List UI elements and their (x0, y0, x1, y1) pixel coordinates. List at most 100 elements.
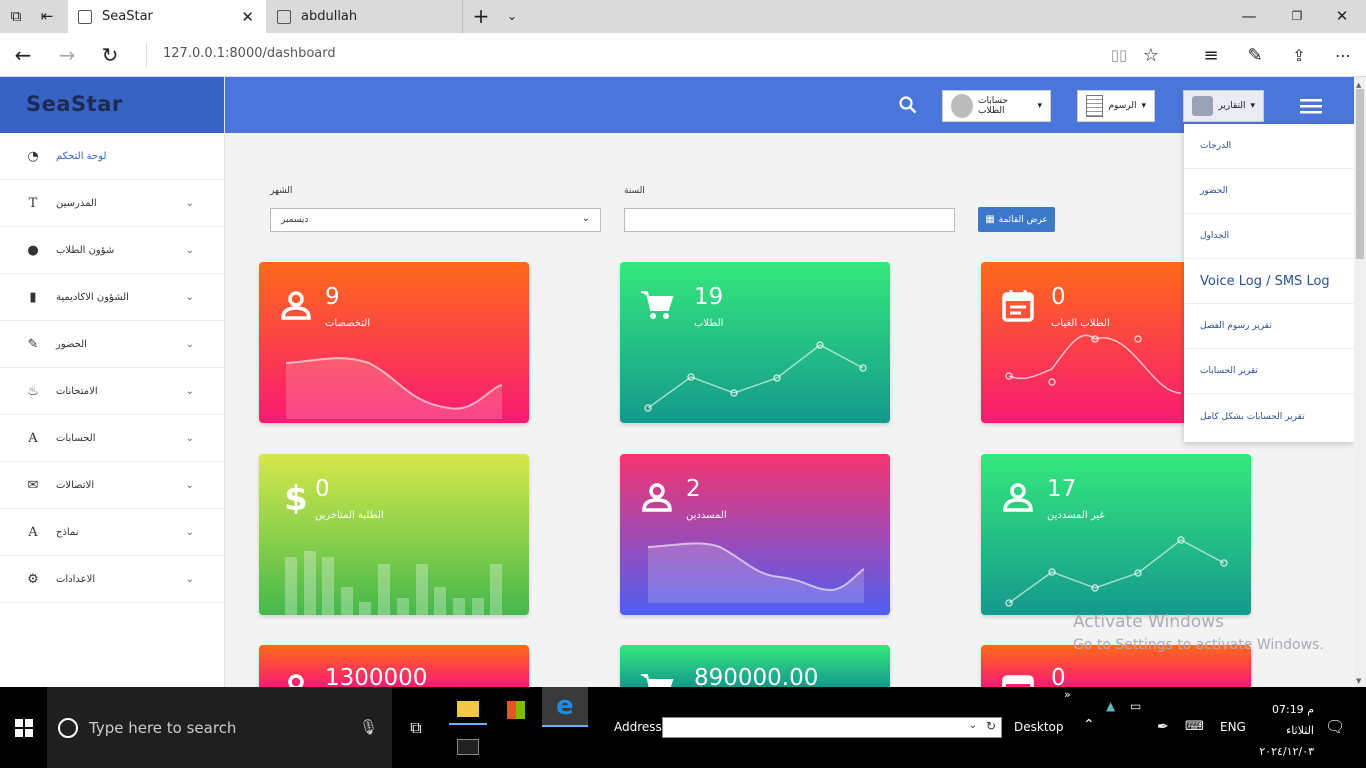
file-explorer-icon[interactable] (449, 695, 487, 725)
search-placeholder: Type here to search (89, 718, 237, 737)
go-refresh-icon[interactable]: ↻ (986, 719, 996, 733)
menu-item-full-accounts-report[interactable]: تقرير الحسابات بشكل كامل (1184, 394, 1354, 439)
terminal-icon[interactable] (449, 732, 487, 762)
touch-keyboard-icon[interactable]: ⌨ (1185, 719, 1204, 734)
hub-icon[interactable]: ≡ (1200, 44, 1222, 66)
chevron-up-icon[interactable]: ⌃ (1083, 717, 1095, 733)
battery-icon[interactable]: ▭ (1130, 699, 1141, 713)
close-tab-icon[interactable]: ✕ (241, 8, 254, 26)
stat-card-specializations[interactable]: 9 التخصصات (259, 262, 529, 423)
sidebar-item-exams[interactable]: ♨ الامتحانات ⌄ (0, 368, 224, 415)
menu-item-class-fees-report[interactable]: تقرير رسوم الفصل (1184, 304, 1354, 349)
clock[interactable]: م 07:19 الثلاثاء ٢٠٢٤/١٢/٠٣ (1250, 699, 1314, 762)
chevron-down-icon[interactable]: ⌄ (969, 720, 977, 731)
sidebar-item-dashboard[interactable]: ◔ لوحة التحكم (0, 133, 224, 180)
month-select[interactable]: ديسمبر ⌄ (270, 208, 601, 232)
stat-card-late-students[interactable]: $ 0 الطلبة المتاخرين (259, 454, 529, 615)
page-scrollbar[interactable]: ▲ ▼ (1354, 77, 1366, 687)
windows-start-icon[interactable] (15, 719, 33, 737)
refresh-icon[interactable]: ↻ (99, 43, 121, 67)
sidebar-item-label: الحضور (56, 338, 87, 350)
tab-preview-icon[interactable]: ⧉ (8, 7, 24, 25)
chevron-down-icon: ⌄ (581, 213, 590, 224)
scroll-down-icon[interactable]: ▼ (1356, 677, 1361, 685)
menu-item-grades[interactable]: الدرجات (1184, 124, 1354, 169)
scroll-up-icon[interactable]: ▲ (1356, 81, 1361, 89)
show-list-button[interactable]: ▦ عرض القائمة (978, 207, 1055, 232)
stat-label: المسددين (686, 510, 727, 521)
reports-button[interactable]: التقارير ▾ (1183, 90, 1264, 122)
favorite-star-icon[interactable]: ☆ (1140, 44, 1162, 66)
action-center-icon[interactable]: 🗨 (1325, 717, 1345, 736)
task-view-icon[interactable]: ⧉ (405, 717, 427, 739)
pen-workspace-icon[interactable]: ✒ (1157, 719, 1169, 735)
sidebar-item-teachers[interactable]: T المدرسين ⌄ (0, 180, 224, 227)
student-accounts-button[interactable]: حسابات الطلاب ▾ (942, 90, 1051, 122)
fees-button[interactable]: الرسوم ▾ (1077, 90, 1155, 122)
more-icon[interactable]: ⋯ (1332, 44, 1354, 66)
taskbar-address-input[interactable]: ⌄ ↻ (662, 717, 1002, 738)
reading-view-icon[interactable]: ▯▯ (1108, 44, 1130, 66)
sidebar-item-settings[interactable]: ⚙ الاعدادات ⌄ (0, 556, 224, 603)
tab-label: abdullah (301, 9, 358, 24)
tab-seastar[interactable]: SeaStar ✕ (68, 0, 266, 33)
sidebar-item-forms[interactable]: A نماذج ⌄ (0, 509, 224, 556)
stat-card-total-amount[interactable]: 1300000 (259, 645, 529, 687)
sidebar-item-attendance[interactable]: ✎ الحضور ⌄ (0, 321, 224, 368)
share-icon[interactable]: ⇪ (1288, 44, 1310, 66)
brand-logo[interactable]: SeaStar (0, 77, 224, 133)
search-icon[interactable] (899, 96, 917, 114)
tab-abdullah[interactable]: abdullah (267, 0, 463, 33)
store-icon[interactable] (497, 695, 535, 725)
back-icon[interactable]: ← (12, 43, 34, 67)
set-aside-tabs-icon[interactable]: ⇤ (38, 7, 56, 25)
restore-icon[interactable]: ❐ (1288, 7, 1306, 25)
new-tab-icon[interactable]: + (471, 4, 491, 28)
activate-windows-title: Activate Windows (1073, 612, 1224, 632)
sidebar-item-accounts[interactable]: A الحسابات ⌄ (0, 415, 224, 462)
stat-card-students[interactable]: 19 الطلاب (620, 262, 890, 423)
forward-icon[interactable]: → (56, 43, 78, 67)
url-field[interactable]: 127.0.0.1:8000/dashboard (163, 46, 336, 61)
stat-card-unpaid[interactable]: 17 غير المسددين (981, 454, 1251, 615)
taskbar-search-box[interactable]: Type here to search 🎙 (47, 687, 392, 768)
edge-browser-icon[interactable]: e (542, 687, 588, 727)
chevron-down-icon[interactable]: ⌄ (503, 7, 521, 25)
menu-item-voice-sms-log[interactable]: Voice Log / SMS Log (1184, 259, 1354, 304)
hamburger-menu-icon[interactable] (1300, 98, 1322, 114)
activate-windows-subtitle: Go to Settings to activate Windows. (1073, 637, 1324, 653)
chevron-down-icon: ⌄ (185, 385, 194, 397)
year-input[interactable] (624, 208, 955, 232)
microphone-icon[interactable]: 🎙 (359, 718, 378, 736)
stat-label: الطلاب الغياب (1051, 318, 1110, 329)
list-doc-icon (1086, 95, 1104, 117)
user-icon (281, 291, 311, 320)
fire-icon: ♨ (27, 383, 39, 399)
svg-text:$: $ (284, 480, 308, 514)
page-icon (277, 9, 291, 24)
notes-pen-icon[interactable]: ✎ (1244, 44, 1266, 66)
sidebar-item-label: الاعدادات (56, 573, 96, 585)
sidebar-item-communications[interactable]: ✉ الاتصالات ⌄ (0, 462, 224, 509)
window-close-icon[interactable]: ✕ (1333, 7, 1351, 25)
chevron-down-icon: ⌄ (185, 479, 194, 491)
language-indicator[interactable]: ENG (1220, 720, 1246, 734)
stat-card-paid-amount[interactable]: 890000.00 (620, 645, 890, 687)
menu-item-attendance[interactable]: الحضور (1184, 169, 1354, 214)
sidebar-item-academic[interactable]: ▮ الشؤون الاكاديمية ⌄ (0, 274, 224, 321)
page-icon (78, 9, 92, 24)
bar-sparkline (285, 551, 502, 615)
area-sparkline (285, 357, 503, 419)
stat-card-paid[interactable]: 2 المسددين (620, 454, 890, 615)
pencil-icon: ✎ (27, 336, 39, 352)
student-accounts-label: حسابات الطلاب (978, 96, 1009, 116)
scroll-thumb[interactable] (1356, 89, 1364, 259)
stat-value: 9 (325, 284, 340, 310)
stat-value: 0 (1051, 665, 1066, 687)
toolbar-overflow-icon[interactable]: » (1064, 688, 1071, 701)
minimize-icon[interactable]: — (1240, 7, 1258, 25)
tray-app-icon[interactable]: ▲ (1106, 699, 1115, 713)
menu-item-accounts-report[interactable]: تقرير الحسابات (1184, 349, 1354, 394)
menu-item-schedules[interactable]: الجداول (1184, 214, 1354, 259)
sidebar-item-students[interactable]: ● شؤون الطلاب ⌄ (0, 227, 224, 274)
